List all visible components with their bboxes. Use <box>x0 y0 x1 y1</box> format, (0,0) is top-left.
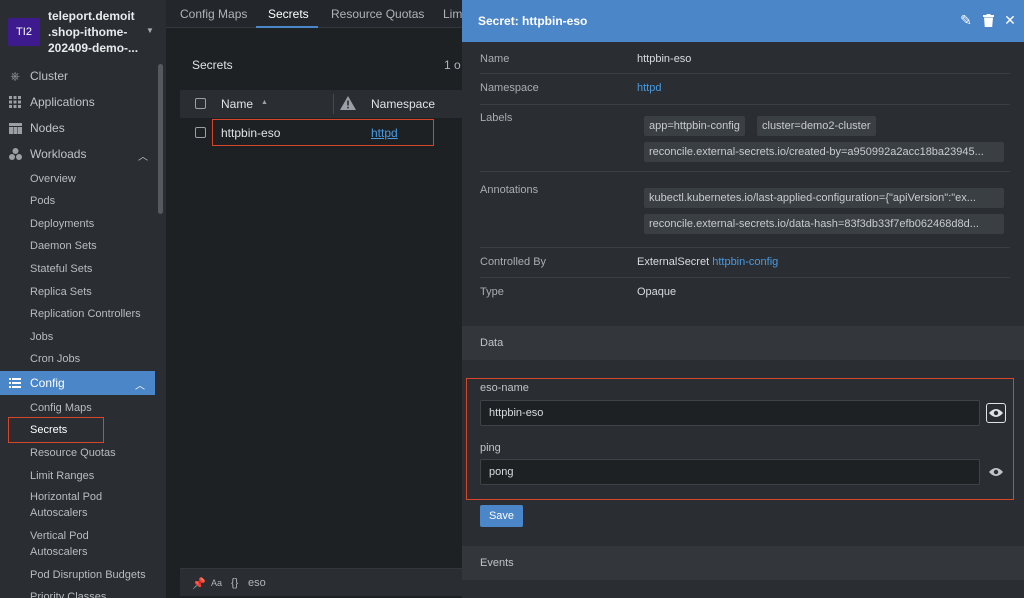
annotation-chip: kubectl.kubernetes.io/last-applied-confi… <box>644 188 1004 208</box>
save-button[interactable]: Save <box>480 505 523 527</box>
highlight-box <box>8 417 104 443</box>
label-chip: cluster=demo2-cluster <box>757 116 876 136</box>
nodes-icon <box>8 121 22 135</box>
sidebar-item-label: Nodes <box>30 121 65 135</box>
row-checkbox[interactable] <box>195 127 206 138</box>
type-label: Type <box>480 286 504 298</box>
tab-bar: Config Maps Secrets Resource Quotas Lim <box>166 0 462 28</box>
secret-detail-panel: Secret: httpbin-eso ✎ ✕ Name httpbin-eso… <box>462 0 1024 598</box>
detail-row-namespace <box>480 74 1010 105</box>
data-section-title: Data <box>480 337 504 349</box>
labels-label: Labels <box>480 112 513 124</box>
pin-icon[interactable]: 📌 <box>192 577 206 590</box>
filter-value[interactable]: eso <box>248 577 266 589</box>
sidebar-subitem-resource-quotas[interactable]: Resource Quotas <box>30 443 116 463</box>
events-section-header: Events <box>462 546 1024 580</box>
highlight-box <box>466 378 1014 500</box>
sidebar-item-nodes[interactable]: Nodes <box>0 116 158 140</box>
sidebar-subitem-pods[interactable]: Pods <box>30 191 55 211</box>
list-count: 1 o <box>444 58 461 72</box>
sidebar-item-config[interactable]: Config ︿ <box>0 371 155 395</box>
sidebar-subitem-replication-controllers[interactable]: Replication Controllers <box>30 304 141 324</box>
sidebar-item-label: Applications <box>30 95 95 109</box>
workloads-icon <box>8 147 22 161</box>
sidebar-item-cluster[interactable]: ⎈ Cluster <box>0 64 158 88</box>
column-divider <box>333 94 334 114</box>
detail-row-annotations <box>480 172 1010 248</box>
edit-icon[interactable]: ✎ <box>958 12 974 28</box>
sidebar-item-applications[interactable]: Applications <box>0 90 158 114</box>
detail-title: Secret: httpbin-eso <box>478 14 588 28</box>
cluster-avatar: TI2 <box>8 18 40 46</box>
sidebar-subitem-cron-jobs[interactable]: Cron Jobs <box>30 349 80 369</box>
sidebar-item-label: Config <box>30 376 65 390</box>
caret-down-icon: ▼ <box>146 26 154 35</box>
tab-config-maps[interactable]: Config Maps <box>180 7 247 21</box>
controller-link[interactable]: httpbin-config <box>712 256 778 268</box>
secrets-list-panel: Config Maps Secrets Resource Quotas Lim … <box>166 0 462 598</box>
sidebar-subitem-config-maps[interactable]: Config Maps <box>30 398 92 418</box>
sidebar-subitem-limit-ranges[interactable]: Limit Ranges <box>30 466 94 486</box>
column-header-namespace[interactable]: Namespace <box>371 97 435 111</box>
tab-limit-ranges[interactable]: Lim <box>443 7 462 21</box>
label-chip: app=httpbin-config <box>644 116 745 136</box>
apps-grid-icon <box>8 95 22 109</box>
sidebar-subitem-deployments[interactable]: Deployments <box>30 214 94 234</box>
sidebar-subitem-replica-sets[interactable]: Replica Sets <box>30 282 92 302</box>
sidebar-subitem-stateful-sets[interactable]: Stateful Sets <box>30 259 92 279</box>
namespace-link[interactable]: httpd <box>637 82 661 94</box>
sort-asc-icon[interactable]: ▲ <box>261 99 268 106</box>
events-section-title: Events <box>480 557 514 569</box>
cluster-icon: ⎈ <box>10 68 20 83</box>
sidebar-item-workloads[interactable]: Workloads ︿ <box>0 142 158 166</box>
annotations-label: Annotations <box>480 184 539 196</box>
label-chip: reconcile.external-secrets.io/created-by… <box>644 142 1004 162</box>
case-sensitive-icon[interactable]: Aa <box>211 578 222 588</box>
cluster-selector[interactable]: TI2 teleport.demoit .shop-ithome- 202409… <box>0 0 166 62</box>
namespace-label: Namespace <box>480 82 539 94</box>
cluster-name: teleport.demoit .shop-ithome- 202409-dem… <box>48 9 139 55</box>
trash-icon[interactable] <box>980 12 996 28</box>
sidebar-item-label: Cluster <box>30 69 69 83</box>
sidebar-subitem-overview[interactable]: Overview <box>30 169 76 189</box>
controlled-by-label: Controlled By <box>480 256 547 268</box>
name-label: Name <box>480 53 510 65</box>
tab-secrets[interactable]: Secrets <box>268 7 309 21</box>
list-title: Secrets <box>192 58 233 72</box>
sidebar-item-label: Workloads <box>30 147 87 161</box>
sidebar-scrollbar[interactable] <box>158 64 163 214</box>
list-icon <box>8 376 22 390</box>
select-all-checkbox[interactable] <box>195 98 206 109</box>
close-icon[interactable]: ✕ <box>1002 12 1018 28</box>
column-header-name[interactable]: Name <box>221 97 253 111</box>
detail-row-name <box>480 43 1010 74</box>
chevron-up-icon: ︿ <box>135 381 145 392</box>
sidebar: TI2 teleport.demoit .shop-ithome- 202409… <box>0 0 166 598</box>
filter-bar[interactable]: 📌 Aa {} eso <box>180 568 462 596</box>
controlled-by-value: ExternalSecret httpbin-config <box>637 256 778 268</box>
warning-icon[interactable] <box>340 96 356 110</box>
detail-header: Secret: httpbin-eso ✎ ✕ <box>462 0 1024 42</box>
sidebar-subitem-pdb[interactable]: Pod Disruption Budgets <box>30 565 146 585</box>
sidebar-subitem-priority-classes[interactable]: Priority Classes <box>30 587 106 598</box>
active-tab-indicator <box>256 26 318 28</box>
regex-braces-icon[interactable]: {} <box>231 577 238 589</box>
sidebar-subitem-daemon-sets[interactable]: Daemon Sets <box>30 236 97 256</box>
data-section-header: Data <box>462 326 1024 360</box>
highlight-box <box>212 119 434 146</box>
chevron-up-icon: ︿ <box>138 152 148 163</box>
sidebar-subitem-vpa[interactable]: Vertical Pod Autoscalers <box>30 527 89 561</box>
annotation-chip: reconcile.external-secrets.io/data-hash=… <box>644 214 1004 234</box>
tab-resource-quotas[interactable]: Resource Quotas <box>331 7 424 21</box>
name-value: httpbin-eso <box>637 53 692 65</box>
sidebar-subitem-hpa[interactable]: Horizontal Pod Autoscalers <box>30 488 102 522</box>
controller-kind: ExternalSecret <box>637 256 710 268</box>
type-value: Opaque <box>637 286 677 298</box>
sidebar-subitem-jobs[interactable]: Jobs <box>30 327 53 347</box>
